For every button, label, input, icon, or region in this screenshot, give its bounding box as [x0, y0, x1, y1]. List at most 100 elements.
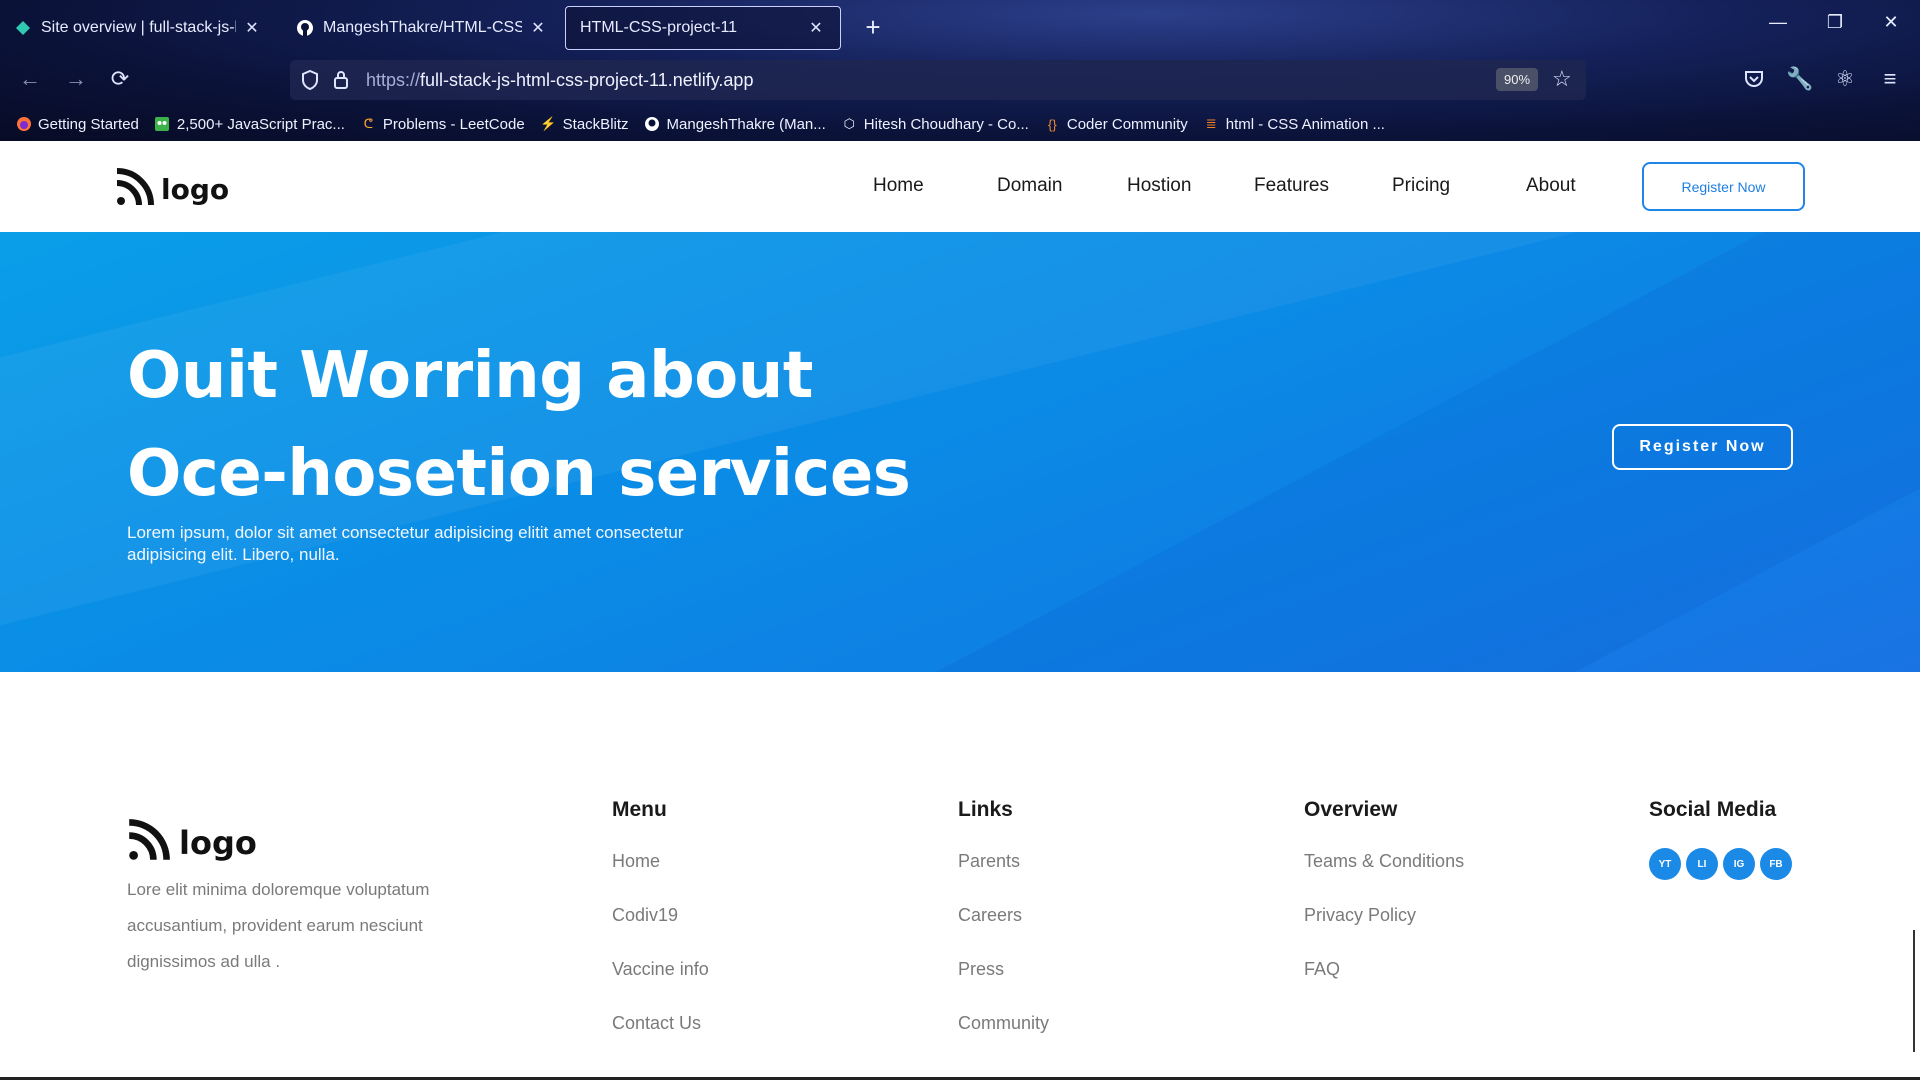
url-text[interactable]: https://full-stack-js-html-css-project-1…: [366, 70, 753, 91]
bookmark-leetcode[interactable]: ᕦ Problems - LeetCode: [360, 116, 525, 133]
bookmark-star-icon[interactable]: ☆: [1552, 66, 1572, 92]
hero-title-line2: Oce-hosetion services: [127, 437, 911, 511]
url-protocol: https://: [366, 70, 421, 90]
bookmark-label: StackBlitz: [562, 115, 629, 133]
nav-about[interactable]: About: [1526, 175, 1576, 197]
youtube-icon[interactable]: YT: [1649, 848, 1681, 880]
tab-site-overview[interactable]: Site overview | full-stack-js-html-css-p…: [0, 6, 276, 50]
footer-link[interactable]: FAQ: [1304, 958, 1464, 1012]
site-footer: logo Lore elit minima doloremque volupta…: [0, 672, 1920, 1080]
instagram-icon[interactable]: IG: [1723, 848, 1755, 880]
footer-link[interactable]: Vaccine info: [612, 958, 709, 1012]
close-icon[interactable]: ✕: [242, 18, 262, 38]
logo-mark-icon: [115, 167, 155, 212]
nav-hostion[interactable]: Hostion: [1127, 175, 1191, 197]
page-scrollbar[interactable]: [1913, 930, 1915, 1052]
tab-title: Site overview | full-stack-js-html-css-p…: [41, 19, 236, 36]
footer-link[interactable]: Home: [612, 850, 709, 904]
site-header: logo Home Domain Hostion Features Pricin…: [0, 141, 1920, 232]
header-logo[interactable]: logo: [115, 167, 229, 212]
bookmark-label: MangeshThakre (Man...: [666, 115, 826, 133]
menu-hamburger-icon[interactable]: ≡: [1874, 64, 1906, 94]
zoom-indicator[interactable]: 90%: [1496, 68, 1539, 91]
social-icons: YT LI IG FB: [1649, 848, 1792, 880]
footer-link[interactable]: Codiv19: [612, 904, 709, 958]
browser-chrome: Site overview | full-stack-js-html-css-p…: [0, 0, 1920, 141]
tab-bar: Site overview | full-stack-js-html-css-p…: [0, 0, 1920, 54]
firefox-icon: [15, 116, 32, 133]
restore-icon[interactable]: ❐: [1815, 12, 1855, 33]
netlify-icon: [14, 19, 32, 37]
header-register-button[interactable]: Register Now: [1642, 162, 1805, 211]
tab-title: HTML-CSS-project-11: [580, 19, 738, 36]
address-bar[interactable]: https://full-stack-js-html-css-project-1…: [290, 60, 1586, 100]
bookmark-javascript-practice[interactable]: 2,500+ JavaScript Prac...: [154, 116, 345, 133]
lightning-icon: ⚡: [540, 116, 557, 131]
footer-column-title: Menu: [612, 798, 667, 821]
forward-arrow-icon[interactable]: →: [60, 64, 92, 94]
url-host: full-stack-js-html-css-project-11.netlif…: [420, 70, 754, 90]
minimize-icon[interactable]: —: [1758, 12, 1798, 33]
footer-overview-column: Overview Teams & Conditions Privacy Poli…: [1304, 798, 1464, 1012]
footer-link[interactable]: Community: [958, 1012, 1049, 1066]
footer-link[interactable]: Careers: [958, 904, 1049, 958]
footer-logo[interactable]: logo: [127, 818, 257, 867]
close-icon[interactable]: ✕: [806, 18, 826, 38]
lock-icon[interactable]: [332, 69, 350, 96]
logo-text: logo: [179, 823, 257, 862]
footer-link[interactable]: Parents: [958, 850, 1049, 904]
nav-features[interactable]: Features: [1254, 175, 1329, 197]
hero-title-line1: Ouit Worring about: [127, 339, 813, 413]
navigation-bar: ← → ⟳ https://full-stack-js-html-css-pro…: [0, 56, 1920, 102]
hero-register-button[interactable]: Register Now: [1612, 424, 1793, 470]
bookmark-coder-community[interactable]: {} Coder Community: [1044, 116, 1188, 133]
new-tab-plus-icon[interactable]: +: [858, 12, 888, 43]
bookmark-getting-started[interactable]: Getting Started: [15, 116, 139, 133]
nav-home[interactable]: Home: [873, 175, 924, 197]
window-close-icon[interactable]: ✕: [1871, 12, 1911, 33]
footer-link[interactable]: Teams & Conditions: [1304, 850, 1464, 904]
bookmark-css-animation[interactable]: ≣ html - CSS Animation ...: [1203, 116, 1385, 133]
shield-icon[interactable]: [300, 69, 320, 96]
tab-title: MangeshThakre/HTML-CSS-Project-11: [323, 19, 522, 36]
nav-pricing[interactable]: Pricing: [1392, 175, 1450, 197]
tab-github[interactable]: MangeshThakre/HTML-CSS-Project-11 ✕: [282, 6, 562, 50]
bookmark-label: Problems - LeetCode: [382, 115, 525, 133]
footer-menu-column: Menu Home Codiv19 Vaccine info Contact U…: [612, 798, 709, 1066]
nav-domain[interactable]: Domain: [997, 175, 1062, 197]
github-icon: [644, 116, 661, 133]
back-arrow-icon[interactable]: ←: [14, 64, 46, 94]
owl-icon: [154, 116, 171, 133]
page: logo Home Domain Hostion Features Pricin…: [0, 141, 1920, 1080]
bookmark-label: html - CSS Animation ...: [1225, 115, 1385, 133]
hero-section: Ouit Worring about Oce-hosetion services…: [0, 232, 1920, 672]
footer-description: Lore elit minima doloremque voluptatum a…: [127, 880, 430, 971]
footer-link[interactable]: Press: [958, 958, 1049, 1012]
cube-icon: ⬡: [843, 116, 855, 131]
footer-column-title: Overview: [1304, 798, 1398, 821]
github-icon: [296, 19, 314, 37]
close-icon[interactable]: ✕: [528, 18, 548, 38]
footer-link[interactable]: Privacy Policy: [1304, 904, 1464, 958]
bookmark-hitesh[interactable]: ⬡ Hitesh Choudhary - Co...: [841, 116, 1029, 133]
pocket-icon[interactable]: [1738, 64, 1770, 94]
footer-link[interactable]: Contact Us: [612, 1012, 709, 1066]
react-devtools-icon[interactable]: ⚛: [1829, 64, 1861, 94]
hero-subtitle: Lorem ipsum, dolor sit amet consectetur …: [127, 523, 684, 564]
footer-column-title: Social Media: [1649, 798, 1777, 821]
bookmark-label: Hitesh Choudhary - Co...: [863, 115, 1029, 133]
logo-text: logo: [161, 173, 230, 206]
footer-links-column: Links Parents Careers Press Community: [958, 798, 1049, 1066]
tab-active-project[interactable]: HTML-CSS-project-11 ✕: [565, 6, 841, 50]
logo-mark-icon: [127, 818, 171, 867]
bookmark-mangeshthakre[interactable]: MangeshThakre (Man...: [644, 116, 826, 133]
linkedin-icon[interactable]: LI: [1686, 848, 1718, 880]
facebook-icon[interactable]: FB: [1760, 848, 1792, 880]
footer-social-column: Social Media YT LI IG FB: [1649, 798, 1792, 880]
hero-title: Ouit Worring about Oce-hosetion services: [127, 327, 911, 523]
wrench-icon[interactable]: 🔧: [1784, 64, 1816, 94]
braces-icon: {}: [1048, 116, 1057, 132]
bookmark-label: 2,500+ JavaScript Prac...: [176, 115, 345, 133]
bookmark-stackblitz[interactable]: ⚡ StackBlitz: [540, 115, 629, 133]
reload-icon[interactable]: ⟳: [104, 64, 136, 94]
